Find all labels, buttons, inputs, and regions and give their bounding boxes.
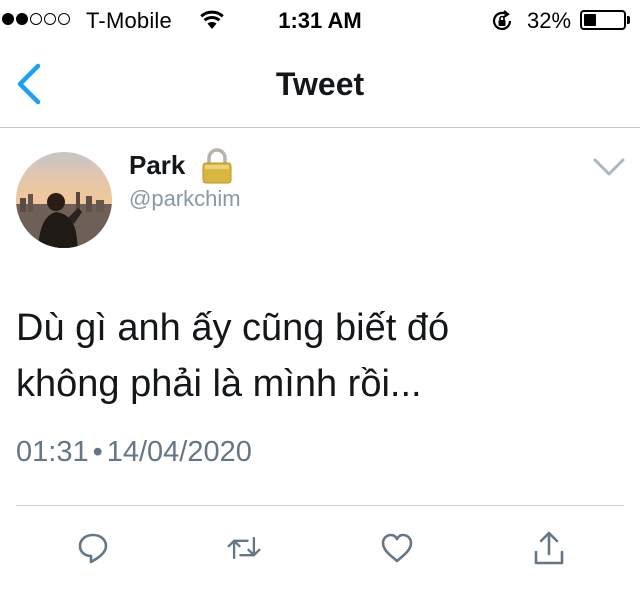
status-bar: T-Mobile 1:31 AM 32%: [0, 0, 640, 40]
tweet-text: Dù gì anh ấy cũng biết đó không phải là m…: [16, 300, 616, 412]
share-icon: [534, 531, 564, 565]
tweet-text-line: không phải là mình rồi...: [16, 363, 422, 405]
tweet-time: 01:31: [16, 436, 89, 468]
divider: [16, 505, 624, 506]
reply-button[interactable]: [75, 530, 111, 566]
meta-separator: •: [92, 436, 103, 468]
battery-terminal: [627, 16, 630, 24]
battery-level-fill: [584, 14, 597, 26]
reply-icon: [78, 533, 108, 564]
avatar[interactable]: [16, 152, 112, 248]
tweet-timestamp: 01:31 • 14/04/2020: [16, 436, 252, 469]
display-name[interactable]: Park: [129, 150, 185, 181]
heart-icon: [381, 533, 413, 563]
battery-icon: [580, 10, 626, 30]
navigation-bar: Tweet: [0, 40, 640, 128]
lock-icon: [200, 148, 234, 189]
tweet-detail-screen: T-Mobile 1:31 AM 32% Tweet Park @parkchi…: [0, 0, 640, 592]
rotation-lock-icon: [490, 9, 514, 39]
tweet-date: 14/04/2020: [106, 436, 252, 468]
tweet-options-button[interactable]: [592, 156, 626, 180]
retweet-button[interactable]: [226, 530, 262, 566]
share-button[interactable]: [531, 530, 567, 566]
avatar-photo: [16, 152, 112, 248]
page-title: Tweet: [275, 66, 365, 102]
tweet-text-line: Dù gì anh ấy cũng biết đó: [16, 307, 450, 349]
user-handle[interactable]: @parkchim: [129, 186, 241, 212]
retweet-icon: [227, 536, 261, 560]
like-button[interactable]: [379, 530, 415, 566]
battery-percentage: 32%: [527, 8, 572, 33]
chevron-down-icon: [593, 158, 625, 176]
